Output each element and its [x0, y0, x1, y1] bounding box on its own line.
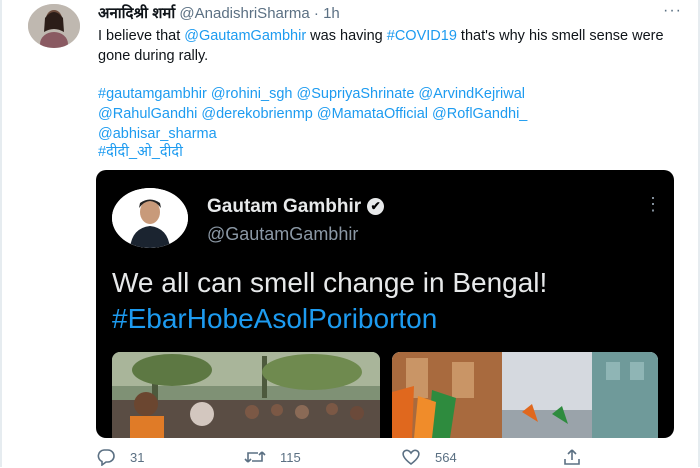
card-name-text: Gautam Gambhir	[207, 196, 362, 217]
tags-block[interactable]: #gautamgambhir @rohini_sgh @SupriyaShrin…	[98, 84, 678, 144]
author-handle[interactable]: @AnadishriSharma	[179, 5, 309, 22]
verified-icon: ✔	[367, 198, 385, 216]
share-icon[interactable]	[562, 448, 582, 466]
tags-line[interactable]: @abhisar_sharma	[98, 124, 678, 144]
retweet-icon[interactable]	[244, 448, 266, 466]
separator: ·	[313, 5, 319, 22]
card-author-handle: @GautamGambhir	[207, 224, 359, 244]
text-segment: was having	[306, 28, 387, 44]
hashtag-link[interactable]: #COVID19	[387, 28, 457, 44]
like-count: 564	[435, 449, 457, 465]
reply-count: 31	[130, 449, 145, 465]
tweet-actions: 31 115 564	[96, 448, 596, 468]
tags-line[interactable]: #gautamgambhir @rohini_sgh @SupriyaShrin…	[98, 84, 678, 104]
rally-photo	[112, 352, 380, 438]
tweet-text: I believe that @GautamGambhir was having…	[98, 26, 678, 66]
more-icon[interactable]: ···	[663, 2, 682, 20]
retweet-count: 115	[280, 449, 301, 465]
tags-line[interactable]: @RahulGandhi @derekobrienmp @MamataOffic…	[98, 104, 678, 124]
retweet-action[interactable]: 115	[244, 448, 301, 466]
reply-action[interactable]: 31	[96, 448, 144, 466]
hindi-hashtag[interactable]: #दीदी_ओ_दीदी	[98, 142, 678, 162]
tweet[interactable]: अनादिश्री शर्मा @AnadishriSharma · 1h ··…	[0, 0, 700, 467]
mention-link[interactable]: @GautamGambhir	[184, 28, 306, 44]
author-avatar[interactable]	[28, 4, 80, 48]
author-name[interactable]: अनादिश्री शर्मा	[98, 5, 175, 22]
share-action[interactable]	[562, 448, 596, 466]
card-hashtag: #EbarHobeAsolPoriborton	[112, 303, 438, 334]
like-icon[interactable]	[401, 448, 421, 466]
flags-photo	[392, 352, 658, 438]
tweet-header: अनादिश्री शर्मा @AnadishriSharma · 1h	[98, 3, 340, 23]
card-author-name: Gautam Gambhir ✔	[207, 196, 385, 218]
card-more-icon: ⋮	[644, 194, 662, 214]
embedded-tweet-card[interactable]: Gautam Gambhir ✔ @GautamGambhir ⋮ We all …	[96, 170, 674, 438]
reply-icon[interactable]	[96, 448, 116, 466]
timestamp[interactable]: 1h	[323, 5, 340, 22]
card-text: We all can smell change in Bengal!	[112, 267, 548, 298]
text-segment: I believe that	[98, 28, 185, 44]
card-avatar	[112, 188, 188, 248]
like-action[interactable]: 564	[401, 448, 457, 466]
